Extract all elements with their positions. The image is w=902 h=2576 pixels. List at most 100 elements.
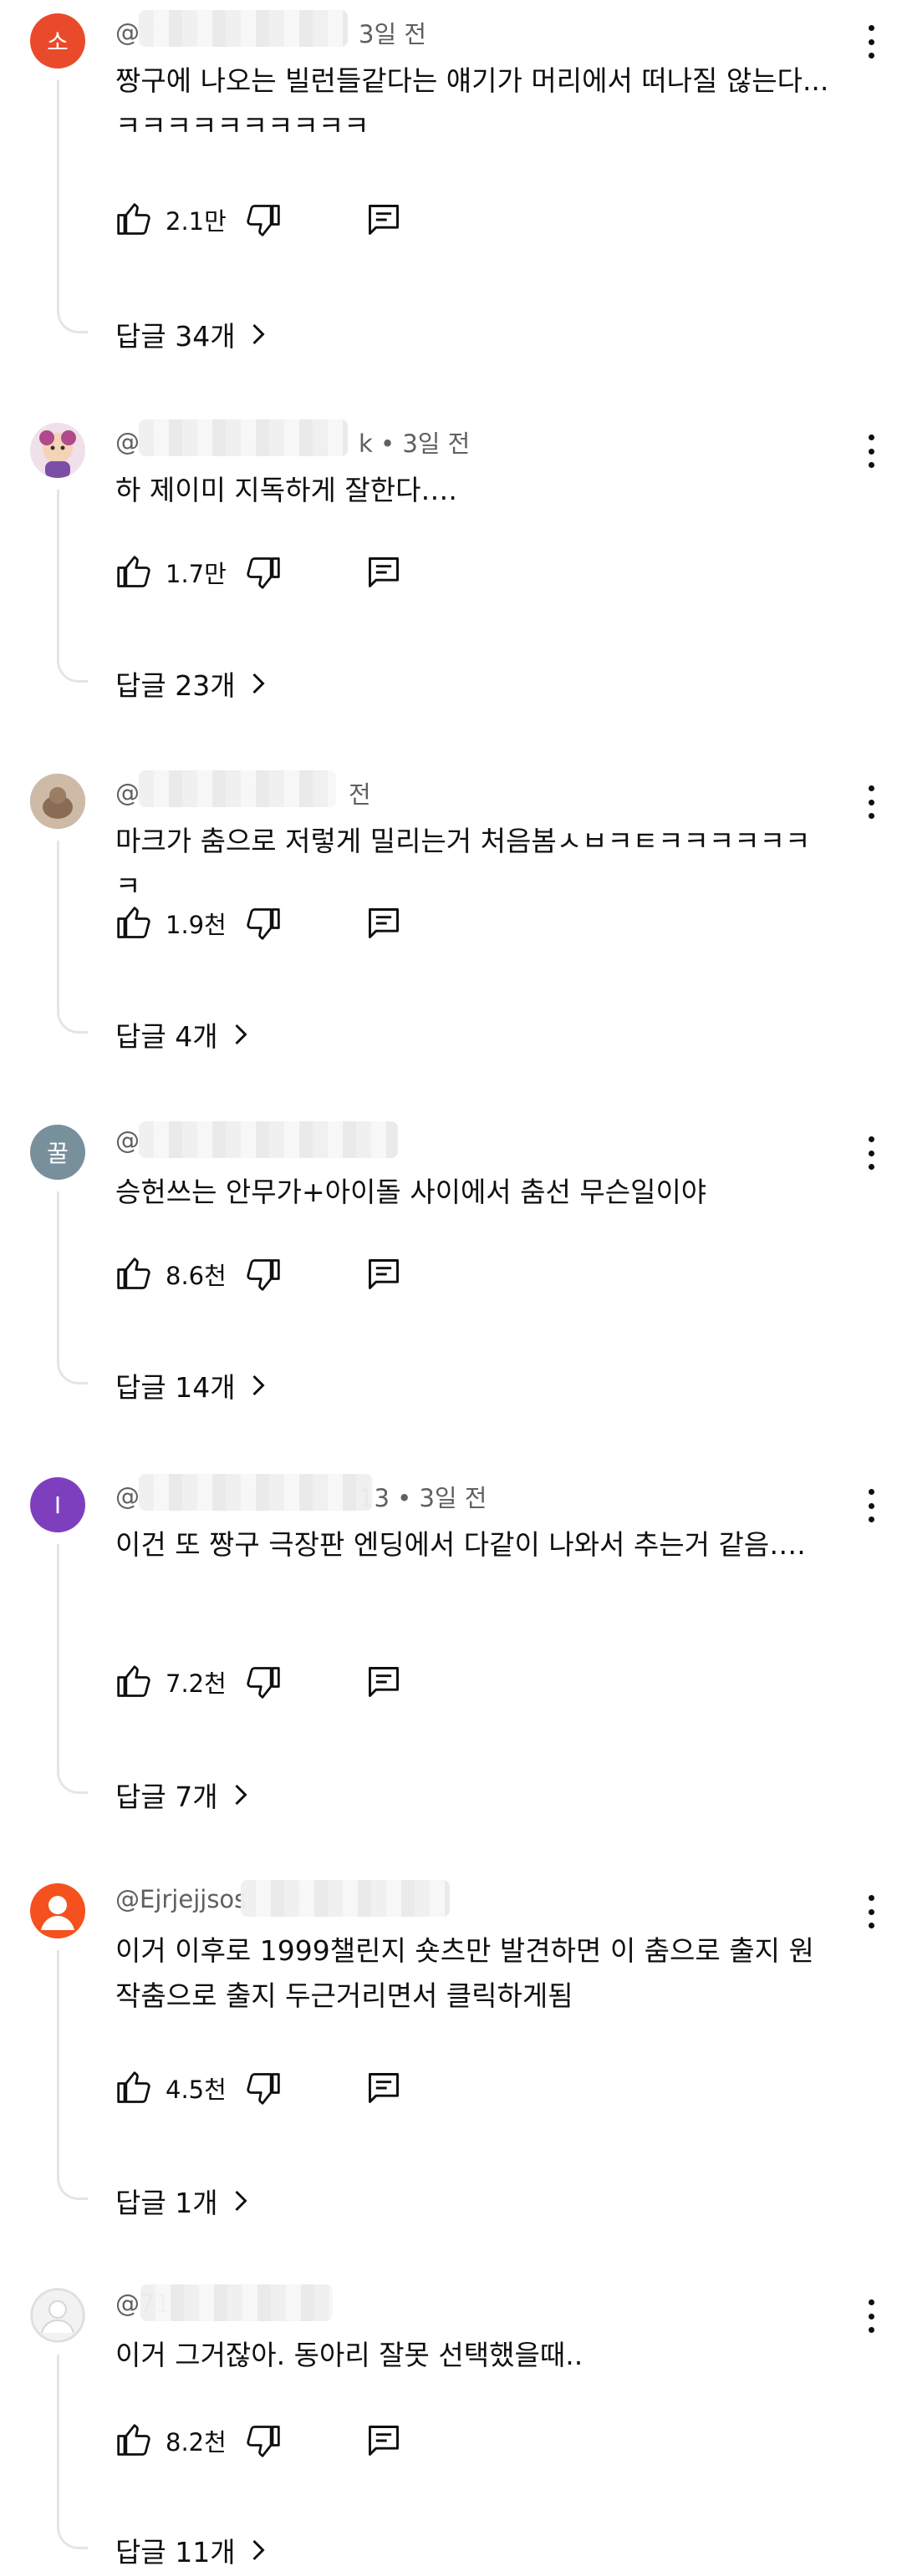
dislike-button[interactable] (245, 554, 282, 591)
replies-toggle[interactable]: 답글 34개 (115, 314, 268, 354)
more-vert-icon[interactable] (859, 1489, 884, 1522)
thread-line (57, 1544, 88, 1794)
redaction-blur (139, 1474, 373, 1511)
thumb-up-icon (117, 203, 150, 235)
comment-text: 마크가 춤으로 저렇게 밀리는거 처음봄ㅅㅂㅋㅌㅋㅋㅋㅋㅋㅋㅋ (115, 825, 811, 902)
chevron-right-icon (235, 1024, 247, 1045)
reply-button[interactable] (365, 201, 402, 238)
dislike-button[interactable] (245, 2422, 282, 2459)
author-handle[interactable]: @ (115, 779, 140, 807)
thumb-down-icon (247, 2426, 280, 2457)
reply-button[interactable] (365, 1664, 402, 1700)
like-button[interactable]: 7.2천 (115, 1664, 245, 1700)
thumb-down-icon (247, 908, 280, 940)
more-vert-icon[interactable] (859, 1136, 884, 1170)
like-count: 2.1만 (166, 207, 227, 236)
avatar-default-icon (41, 1896, 74, 1930)
comment-time: 전 (349, 780, 371, 809)
reply-button[interactable] (365, 2422, 402, 2459)
replies-toggle[interactable]: 답글 7개 (115, 1775, 250, 1815)
replies-count: 답글 4개 (115, 1020, 218, 1053)
redaction-blur (139, 10, 348, 47)
author-handle[interactable]: @ (115, 18, 140, 47)
replies-toggle[interactable]: 답글 23개 (115, 663, 268, 704)
replies-toggle[interactable]: 답글 11개 (115, 2530, 268, 2570)
avatar-default-icon (31, 2289, 84, 2342)
replies-toggle[interactable]: 답글 14개 (115, 1365, 268, 1405)
like-button[interactable]: 8.6천 (115, 1256, 245, 1293)
more-vert-icon[interactable] (859, 25, 884, 58)
comment-time: 13 • 3일 전 (359, 1484, 487, 1512)
chevron-right-icon (252, 323, 265, 345)
comment-actions: 7.2천 (115, 1661, 402, 1703)
replies-count: 답글 14개 (115, 1371, 236, 1404)
dislike-button[interactable] (245, 905, 282, 942)
comment-meta: @ (115, 1121, 398, 1158)
author-handle[interactable]: @ (115, 1126, 140, 1155)
avatar[interactable] (30, 774, 85, 829)
comment-text: 짱구에 나오는 빌런들같다는 얘기가 머리에서 떠나질 않는다...ㅋㅋㅋㅋㅋㅋ… (115, 64, 829, 142)
thumb-down-icon (247, 1259, 280, 1291)
comment-actions: 2.1만 (115, 199, 402, 241)
replies-toggle[interactable]: 답글 1개 (115, 2181, 250, 2221)
reply-button[interactable] (365, 2070, 402, 2106)
comment-meta: @ 전 (115, 770, 371, 810)
author-handle[interactable]: @ (115, 428, 140, 456)
redaction-blur (139, 1121, 398, 1158)
reply-icon (368, 908, 399, 938)
reply-button[interactable] (365, 554, 402, 591)
author-handle[interactable]: @ (115, 1482, 140, 1511)
like-count: 1.7만 (166, 560, 227, 588)
reply-button[interactable] (365, 905, 402, 942)
like-button[interactable]: 1.9천 (115, 905, 245, 942)
reply-icon (368, 1667, 399, 1697)
more-vert-icon[interactable] (859, 1895, 884, 1928)
avatar[interactable] (30, 1883, 85, 1938)
comment-time: 3일 전 (359, 20, 427, 48)
chevron-right-icon (252, 2539, 265, 2561)
redaction-blur (241, 1880, 450, 1917)
comment-text: 승헌쓰는 안무가+아이돌 사이에서 춤선 무슨일이야 (115, 1176, 707, 1208)
avatar[interactable]: 소 (30, 13, 85, 69)
more-vert-icon[interactable] (859, 2299, 884, 2333)
like-button[interactable]: 2.1만 (115, 201, 245, 238)
avatar[interactable]: 꿀 (30, 1125, 85, 1180)
comment-text: 하 제이미 지독하게 잘한다…. (115, 474, 457, 506)
dislike-button[interactable] (245, 201, 282, 238)
reply-icon (368, 557, 399, 587)
chevron-right-icon (252, 1374, 265, 1396)
reply-icon (368, 1259, 399, 1289)
dislike-button[interactable] (245, 1256, 282, 1293)
comment-actions: 4.5천 (115, 2067, 402, 2109)
reply-button[interactable] (365, 1256, 402, 1293)
comment-time: k • 3일 전 (359, 429, 471, 458)
more-vert-icon[interactable] (859, 785, 884, 819)
comment-text: 이거 이후로 1999챌린지 숏츠만 발견하면 이 춤으로 출지 원작춤으로 출… (115, 1934, 814, 2012)
comment-actions: 8.2천 (115, 2420, 402, 2462)
thread-line (57, 2355, 88, 2549)
like-button[interactable]: 8.2천 (115, 2422, 245, 2459)
comment-meta: @ k • 3일 전 (115, 419, 471, 460)
like-button[interactable]: 1.7만 (115, 554, 245, 591)
dislike-button[interactable] (245, 2070, 282, 2106)
comment-actions: 1.9천 (115, 902, 402, 944)
like-button[interactable]: 4.5천 (115, 2070, 245, 2106)
avatar[interactable] (30, 423, 85, 478)
more-vert-icon[interactable] (859, 434, 884, 468)
replies-toggle[interactable]: 답글 4개 (115, 1014, 250, 1054)
replies-count: 답글 23개 (115, 669, 236, 702)
thread-line (57, 490, 88, 683)
thumb-up-icon (117, 1665, 150, 1697)
author-handle[interactable]: @Ejrjejjsos (115, 1885, 247, 1913)
thumb-up-icon (117, 907, 150, 938)
chevron-right-icon (235, 1784, 247, 1806)
thumb-up-icon (117, 2071, 150, 2103)
comment-actions: 8.6천 (115, 1253, 402, 1295)
redaction-blur (140, 2284, 333, 2321)
thumb-down-icon (247, 205, 280, 236)
thumb-down-icon (247, 557, 280, 589)
like-count: 8.2천 (166, 2428, 227, 2457)
dislike-button[interactable] (245, 1664, 282, 1700)
avatar[interactable] (30, 2288, 85, 2343)
avatar[interactable]: I (30, 1477, 85, 1532)
